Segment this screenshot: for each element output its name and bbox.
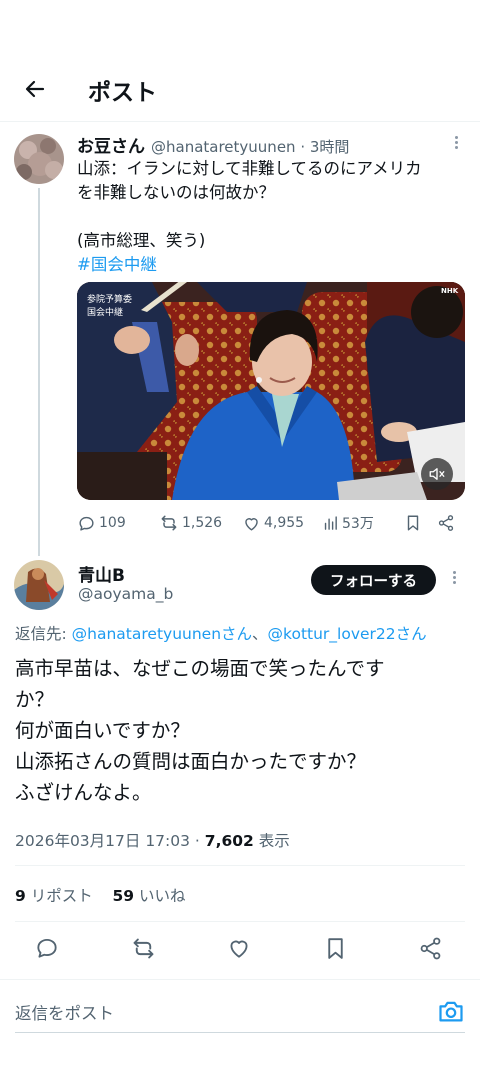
reply-underline (15, 1032, 465, 1033)
parent-action-bar: 109 1,526 4,955 53万 (77, 512, 467, 534)
main-view-count: 7,602 (204, 832, 254, 850)
like-count: 4,955 (264, 515, 305, 531)
bookmark-icon (407, 515, 419, 531)
author-handle[interactable]: @aoyama_b (78, 585, 173, 603)
reply-button[interactable]: 109 (77, 512, 126, 534)
parent-text-line: を非難しないのは何故か？ (77, 183, 275, 202)
parent-display-name[interactable]: お豆さん (77, 132, 145, 157)
engagement-stats: 9 リポスト 59 いいね (15, 884, 185, 906)
follow-button[interactable]: フォローする (311, 565, 436, 595)
reposts-stat[interactable]: 9 リポスト (15, 887, 93, 905)
bookmark-button[interactable] (404, 512, 422, 534)
replying-to-user-1[interactable]: @hanataretyuunenさん (72, 625, 252, 643)
video-corner-label: NHK (441, 287, 459, 295)
reply-icon (37, 938, 57, 958)
main-text-line: 山添拓さんの質問は面白かったですか？ (15, 750, 367, 773)
camera-button[interactable] (437, 997, 465, 1025)
back-button[interactable] (20, 74, 50, 104)
reply-input[interactable]: 返信をポスト (15, 1000, 114, 1024)
page-title: ポスト (88, 80, 157, 106)
repost-count: 1,526 (182, 515, 223, 531)
like-button[interactable]: 4,955 (242, 512, 304, 534)
camera-icon (439, 1001, 463, 1022)
parent-tweet-text: 山添：イランに対して非難してるのにアメリカ を非難しないのは何故か？ (高市総理… (77, 157, 467, 277)
main-share-button[interactable] (416, 934, 444, 962)
likes-stat[interactable]: 59 いいね (112, 887, 185, 905)
share-icon (420, 937, 440, 959)
main-action-bar (0, 930, 480, 966)
author-display-name[interactable]: 青山B (78, 561, 125, 586)
heart-icon (245, 517, 258, 531)
parent-text-line (77, 205, 467, 229)
analytics-icon (324, 515, 337, 530)
main-text-line: 何が面白いですか？ (15, 719, 190, 742)
parent-more-button[interactable] (455, 136, 458, 149)
video-overlay-label: 参院予算委 (87, 293, 132, 305)
video-player[interactable]: 参院予算委 国会中継 NHK (77, 282, 465, 500)
main-more-button[interactable] (453, 571, 456, 584)
divider (15, 865, 465, 866)
repost-icon (161, 515, 177, 531)
view-count: 53万 (342, 516, 374, 532)
main-repost-button[interactable] (129, 934, 157, 962)
main-text-line: 高市早苗は、なぜこの場面で笑ったんです (15, 657, 385, 680)
parent-handle-time[interactable]: @hanataretyuunen · 3時間 (151, 136, 349, 157)
replying-to: 返信先: @hanataretyuunenさん、@kottur_lover22さ… (15, 625, 427, 643)
parent-header: お豆さん @hanataretyuunen · 3時間 (77, 132, 349, 157)
share-icon (438, 515, 454, 531)
hashtag-link[interactable]: #国会中継 (77, 253, 467, 277)
author-avatar[interactable] (14, 560, 64, 610)
main-tweet-text: 高市早苗は、なぜこの場面で笑ったんです か？ 何が面白いですか？ 山添拓さんの質… (15, 653, 465, 808)
reply-icon (79, 516, 94, 531)
svg-text:国会中継: 国会中継 (87, 306, 123, 318)
mute-button[interactable] (421, 458, 453, 490)
top-bar: ポスト (0, 0, 480, 122)
main-reply-button[interactable] (33, 934, 61, 962)
repost-button[interactable]: 1,526 (159, 512, 222, 534)
more-dot-icon (455, 136, 458, 139)
more-dot-icon (453, 571, 456, 574)
main-like-button[interactable] (225, 934, 253, 962)
parent-text-line: (高市総理、笑う) (77, 231, 206, 250)
bookmark-icon (327, 937, 343, 959)
divider (15, 921, 465, 922)
main-text-line: ふざけんなよ。 (15, 781, 152, 804)
parent-text-line: 山添：イランに対して非難してるのにアメリカ (77, 159, 422, 178)
main-bookmark-button[interactable] (321, 934, 349, 962)
share-button[interactable] (437, 512, 455, 534)
arrow-left-icon (25, 80, 45, 98)
repost-icon (133, 938, 153, 958)
main-text-line: か？ (15, 688, 55, 711)
tweet-meta: 2026年03月17日 17:03 · 7,602 表示 (15, 832, 290, 850)
parent-avatar[interactable] (14, 134, 64, 184)
views-button[interactable]: 53万 (322, 512, 374, 534)
timestamp[interactable]: 2026年03月17日 17:03 · (15, 832, 205, 850)
heart-icon (230, 940, 248, 958)
replying-to-user-2[interactable]: @kottur_lover22さん (268, 625, 427, 643)
reply-count: 109 (99, 515, 126, 531)
volume-muted-icon (429, 468, 445, 480)
reply-composer: 返信をポスト (0, 979, 480, 1039)
thread-line (38, 188, 40, 556)
